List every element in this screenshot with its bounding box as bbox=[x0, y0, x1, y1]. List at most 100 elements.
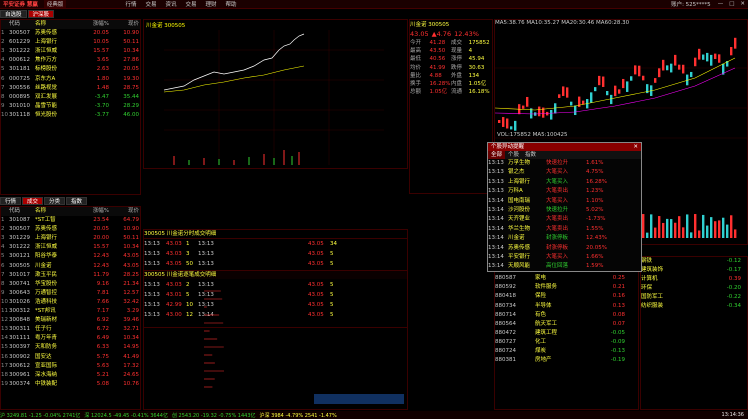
menu-zixun[interactable]: 资讯 bbox=[165, 0, 176, 8]
alert-row[interactable]: 13:14 沙河股份 快速拉升 5.02% bbox=[488, 206, 641, 215]
menu-jiaoyi2[interactable]: 交易 bbox=[185, 0, 196, 8]
table-row[interactable]: 5 300121 阳谷华泰 12.43 43.05 bbox=[1, 252, 140, 261]
table-row[interactable]: 16 300902 国安达 5.75 41.49 bbox=[1, 353, 140, 362]
candle bbox=[638, 65, 641, 77]
table-row[interactable]: 7 301017 漱玉平民 11.79 28.25 bbox=[1, 271, 140, 280]
menu-help[interactable]: 帮助 bbox=[226, 0, 237, 8]
volume-bar bbox=[718, 220, 721, 238]
alert-row[interactable]: 13:14 华兰生物 大笔卖出 1.55% bbox=[488, 225, 641, 234]
quote-cell: 现量 bbox=[451, 48, 463, 55]
price: 28.29 bbox=[123, 102, 139, 109]
stock-code: 300556 bbox=[9, 84, 30, 91]
sector-row[interactable]: 880587 家电 0.25 bbox=[495, 274, 638, 283]
sector-row[interactable]: 880724 煤炭 -0.13 bbox=[495, 347, 638, 356]
sector-row[interactable]: 880734 半导体 0.13 bbox=[495, 302, 638, 311]
sector-row[interactable]: 880727 化工 -0.09 bbox=[495, 338, 638, 347]
sector-row[interactable]: 环保 -0.20 bbox=[641, 284, 747, 293]
table-row[interactable]: 12 300848 美瑞新材 6.92 39.46 bbox=[1, 316, 140, 325]
table-row[interactable]: 2 300507 苏奥传感 20.05 10.90 bbox=[1, 225, 140, 234]
stock-code: 300121 bbox=[9, 253, 30, 260]
sector-row[interactable]: 纺织服装 -0.34 bbox=[641, 302, 747, 311]
tab-deal[interactable]: 成交 bbox=[22, 197, 44, 205]
tab-favorites[interactable]: 自选股 bbox=[0, 10, 27, 18]
popup-tab-index[interactable]: 指数 bbox=[522, 151, 539, 159]
sector-row[interactable]: 880592 软件服务 0.21 bbox=[495, 283, 638, 292]
account-mode-select[interactable]: 经典版 bbox=[43, 0, 67, 8]
table-row[interactable]: 9 301010 晶雪节能 -3.70 28.29 bbox=[1, 102, 140, 111]
candle bbox=[670, 63, 673, 73]
table-row[interactable]: 8 000895 双汇发展 -3.47 35.44 bbox=[1, 93, 140, 102]
quote-row: 最低 40.56 涨停 45.94 bbox=[410, 55, 492, 63]
stock-code: 300961 bbox=[9, 371, 30, 378]
candle bbox=[590, 92, 593, 103]
table-row[interactable]: 15 300397 天和防务 6.33 14.95 bbox=[1, 343, 140, 352]
sector-row[interactable]: 计算机 0.39 bbox=[641, 275, 747, 284]
table-row[interactable]: 1 300507 苏奥传感 20.05 10.90 bbox=[1, 29, 140, 38]
sector-row[interactable]: 880564 航天军工 0.07 bbox=[495, 320, 638, 329]
sector-name: 航天军工 bbox=[535, 320, 558, 327]
sector-row[interactable]: 880472 建筑工程 -0.05 bbox=[495, 329, 638, 338]
sector-row[interactable]: 880418 保险 0.16 bbox=[495, 292, 638, 301]
sector-row[interactable]: 880714 有色 0.08 bbox=[495, 311, 638, 320]
row-index: 15 bbox=[1, 344, 8, 351]
sector-row[interactable]: 880381 房地产 -0.19 bbox=[495, 356, 638, 365]
tab-hushen[interactable]: 沪深股 bbox=[27, 10, 55, 18]
table-row[interactable]: 13 300311 任子行 6.72 32.71 bbox=[1, 325, 140, 334]
table-row[interactable]: 5 301181 标榜股份 2.63 20.05 bbox=[1, 65, 140, 74]
menu-licai[interactable]: 理财 bbox=[206, 0, 217, 8]
alert-row[interactable]: 13:14 天顺风能 高位回落 1.59% bbox=[488, 262, 641, 271]
table-row[interactable]: 19 300374 中铁装配 5.08 10.76 bbox=[1, 380, 140, 389]
close-icon[interactable]: ✕ bbox=[740, 1, 745, 7]
table-row[interactable]: 4 000612 焦作万方 3.65 27.86 bbox=[1, 56, 140, 65]
sector-row[interactable]: 建筑装饰 -0.17 bbox=[641, 266, 747, 275]
table-row[interactable]: 2 601229 上海银行 10.05 50.11 bbox=[1, 38, 140, 47]
alert-row[interactable]: 13:14 国电南瑞 大笔买入 1.10% bbox=[488, 197, 641, 206]
table-row[interactable]: 14 301111 粤万年青 6.49 10.34 bbox=[1, 334, 140, 343]
sector-row[interactable]: 国防军工 -0.22 bbox=[641, 293, 747, 302]
maximize-icon[interactable]: □ bbox=[729, 1, 734, 7]
table-row[interactable]: 10 301118 恒光股份 -3.77 46.00 bbox=[1, 111, 140, 120]
table-row[interactable]: 3 301222 浙江恒威 15.57 10.34 bbox=[1, 47, 140, 56]
popup-close-icon[interactable]: ✕ bbox=[633, 143, 638, 151]
alert-row[interactable]: 13:13 万科A 大笔卖出 1.23% bbox=[488, 187, 641, 196]
stock-name: 苏奥传感 bbox=[35, 226, 58, 233]
alert-row[interactable]: 13:14 平安银行 大笔买入 1.66% bbox=[488, 253, 641, 262]
table-row[interactable]: 10 301026 浩通科技 7.66 32.42 bbox=[1, 298, 140, 307]
popup-tab-stock[interactable]: 个股 bbox=[505, 151, 522, 159]
table-row[interactable]: 17 300612 宣亚国际 5.63 17.32 bbox=[1, 362, 140, 371]
table-row[interactable]: 7 300556 丝路视觉 1.48 28.75 bbox=[1, 84, 140, 93]
intraday-chart[interactable]: 川金诺 300505 bbox=[143, 19, 408, 169]
popup-tab-all[interactable]: 全部 bbox=[488, 151, 506, 159]
table-row[interactable]: 9 300643 万通智控 7.81 12.57 bbox=[1, 289, 140, 298]
alert-row[interactable]: 13:13 银之杰 大笔买入 4.75% bbox=[488, 168, 641, 177]
tick-cell: 5 bbox=[330, 251, 334, 258]
table-row[interactable]: 11 300312 *ST邦讯 7.17 3.29 bbox=[1, 307, 140, 316]
alert-row[interactable]: 13:14 天齐锂业 大笔卖出 -1.73% bbox=[488, 215, 641, 224]
stock-code: 301181 bbox=[9, 66, 30, 73]
alert-row[interactable]: 13:14 苏奥传感 封涨停板 20.05% bbox=[488, 244, 641, 253]
table-row[interactable]: 3 301229 上海银行 20.00 50.11 bbox=[1, 234, 140, 243]
change-pct: 10.05 bbox=[93, 39, 109, 46]
intraday-svg bbox=[163, 30, 384, 165]
volume-bar bbox=[662, 222, 665, 238]
alert-row[interactable]: 13:13 万孚生物 快速拉升 1.61% bbox=[488, 159, 641, 168]
tab-quote[interactable]: 行情 bbox=[0, 197, 22, 205]
row-index: 5 bbox=[1, 253, 5, 260]
table-row[interactable]: 4 301222 浙江恒威 15.57 10.34 bbox=[1, 243, 140, 252]
table-row[interactable]: 18 300961 深水海纳 5.21 24.65 bbox=[1, 371, 140, 380]
alert-row[interactable]: 13:14 川金诺 封涨停板 12.43% bbox=[488, 234, 641, 243]
table-row[interactable]: 6 000725 京东方A 1.80 19.30 bbox=[1, 75, 140, 84]
candle bbox=[522, 105, 525, 109]
alert-cell: 天顺风能 bbox=[508, 263, 531, 270]
minimize-icon[interactable]: — bbox=[718, 1, 724, 7]
tab-index[interactable]: 指数 bbox=[66, 197, 88, 205]
tab-category[interactable]: 分类 bbox=[44, 197, 66, 205]
menu-jiaoyi[interactable]: 交易 bbox=[145, 0, 156, 8]
sector-row[interactable]: 钢铁 -0.12 bbox=[641, 257, 747, 266]
table-row[interactable]: 6 300505 川金诺 12.43 43.05 bbox=[1, 262, 140, 271]
table-row[interactable]: 8 300741 华宝股份 9.16 21.34 bbox=[1, 280, 140, 289]
alert-row[interactable]: 13:13 上海银行 大笔买入 16.28% bbox=[488, 178, 641, 187]
alert-cell: 封涨停板 bbox=[546, 244, 569, 251]
menu-hangqing[interactable]: 行情 bbox=[125, 0, 136, 8]
table-row[interactable]: 1 301087 *ST工智 23.54 64.79 bbox=[1, 216, 140, 225]
